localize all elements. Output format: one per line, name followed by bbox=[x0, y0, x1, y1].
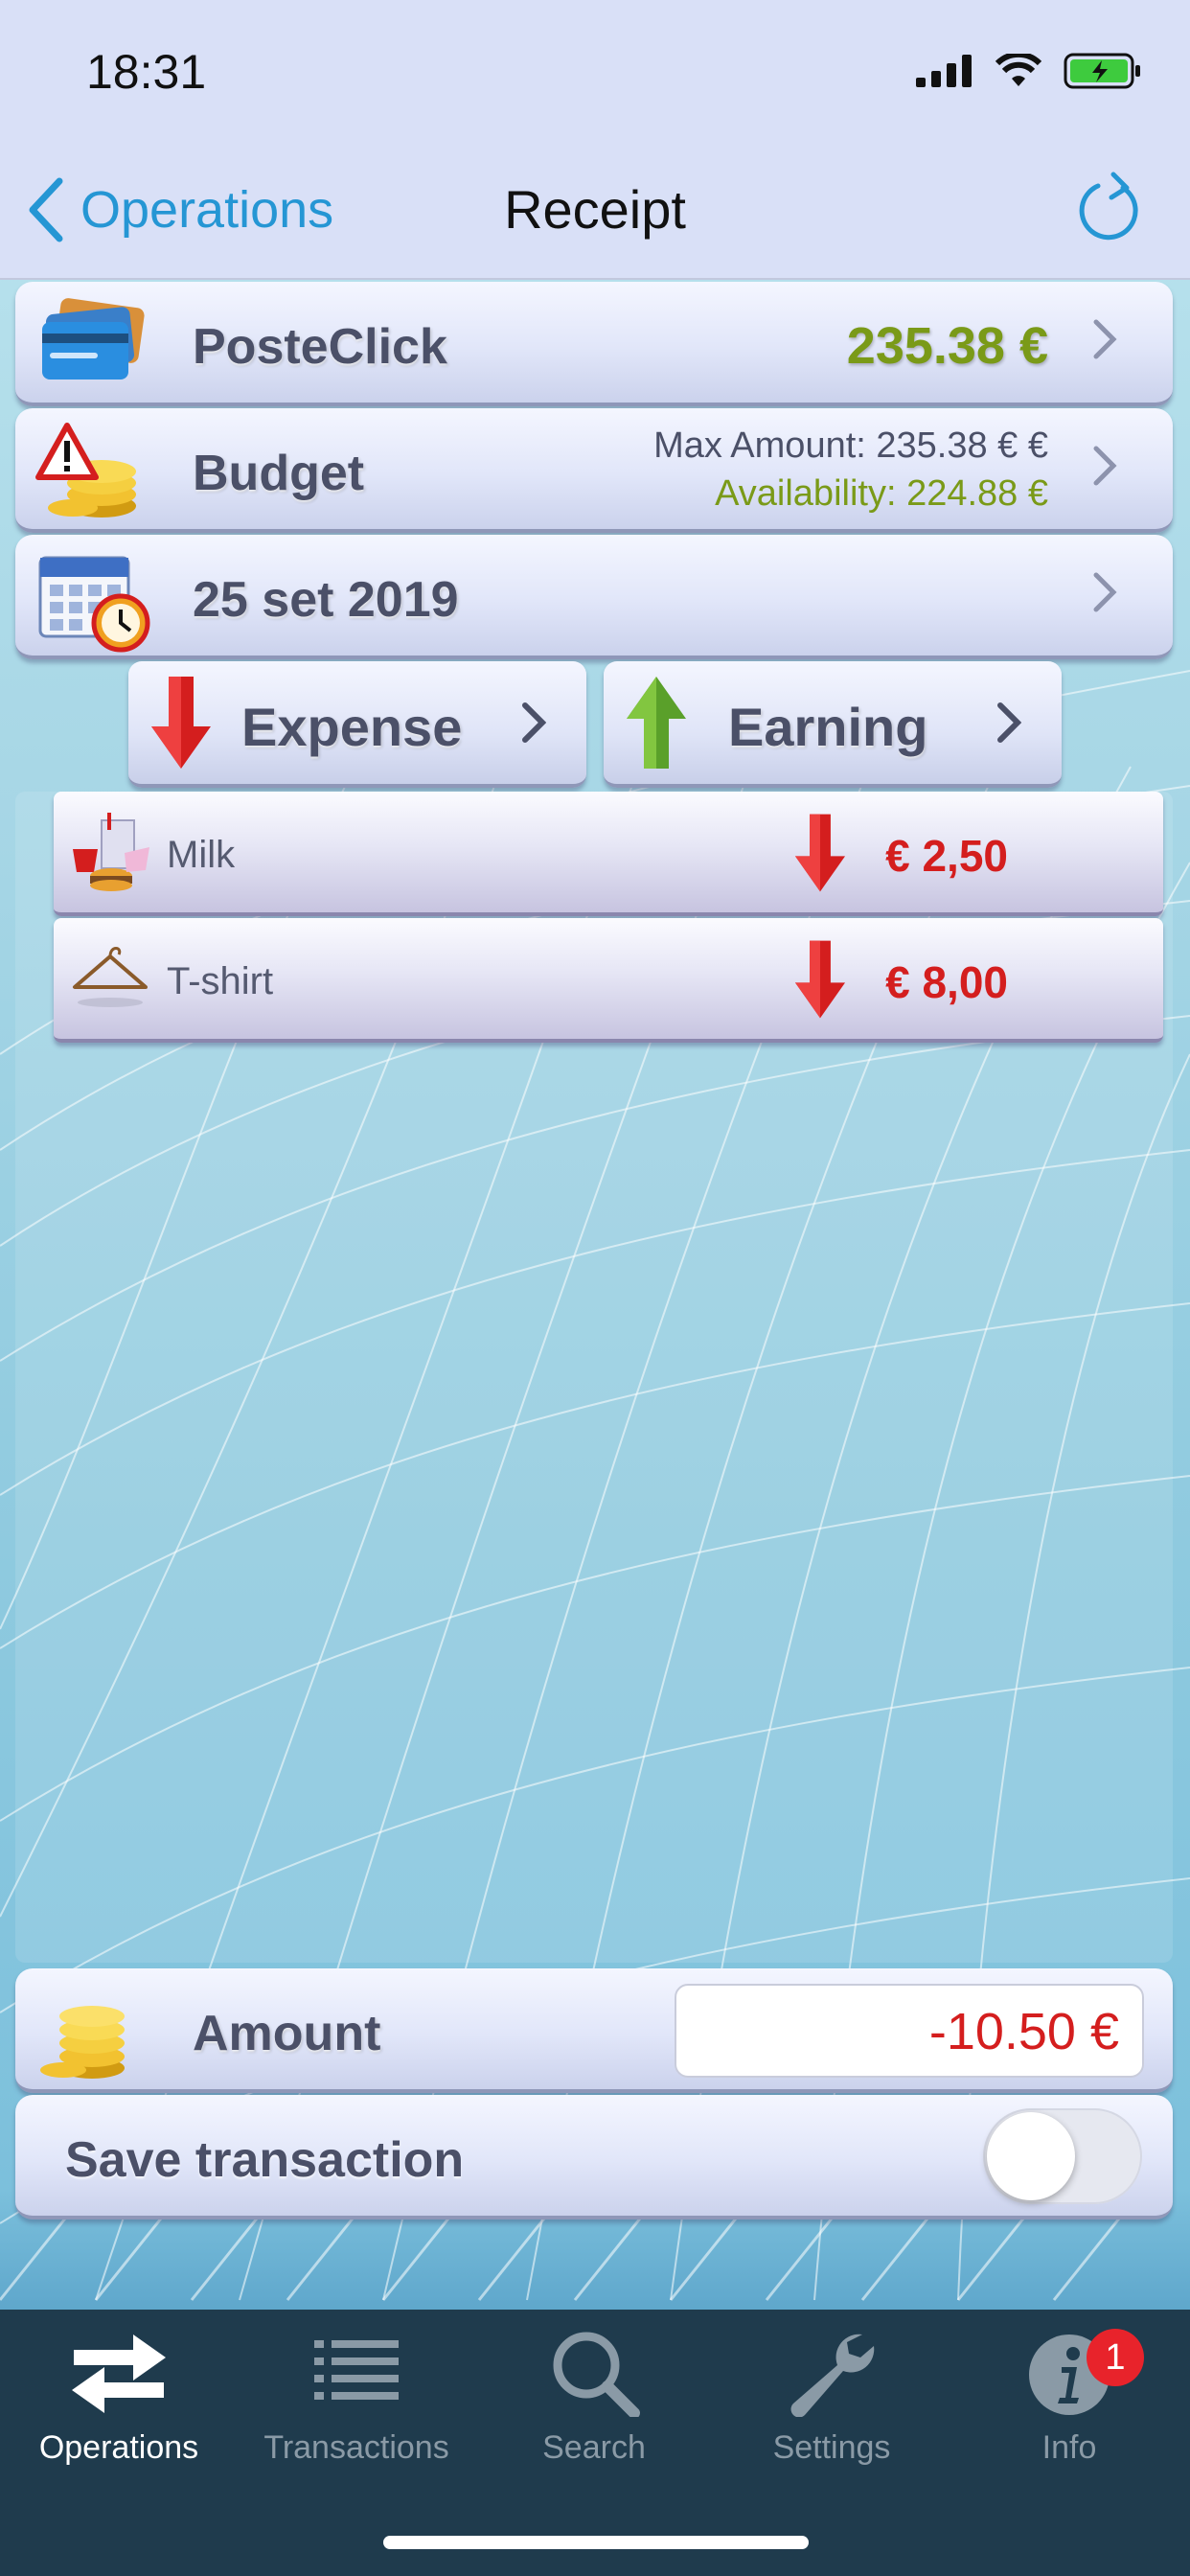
list-item[interactable]: T-shirt € 8,00 bbox=[54, 918, 1163, 1043]
budget-availability: Availability: 224.88 € bbox=[715, 473, 1048, 514]
chevron-right-icon bbox=[1093, 572, 1117, 612]
arrow-down-red-icon bbox=[794, 940, 846, 1019]
date-row[interactable]: 25 set 2019 bbox=[15, 535, 1173, 659]
navigation-bar: 18:31 Operations Receipt bbox=[0, 0, 1190, 280]
arrow-down-red-icon bbox=[794, 814, 846, 892]
refresh-button[interactable] bbox=[1077, 171, 1144, 248]
amount-row: Amount -10.50 € bbox=[15, 1968, 1173, 2093]
account-balance: 235.38 € bbox=[846, 317, 1048, 375]
battery-charging-icon bbox=[1064, 53, 1140, 89]
amount-input[interactable]: -10.50 € bbox=[675, 1984, 1144, 2078]
search-icon bbox=[553, 2332, 640, 2419]
credit-cards-icon bbox=[42, 298, 145, 380]
items-list: Milk € 2,50 T-shirt € 8,00 bbox=[15, 792, 1173, 1963]
tab-label: Settings bbox=[772, 2429, 891, 2466]
page-title: Receipt bbox=[504, 179, 686, 240]
refresh-icon bbox=[1079, 172, 1138, 241]
chevron-right-icon bbox=[522, 702, 546, 743]
calendar-clock-icon bbox=[38, 556, 150, 653]
budget-label: Budget bbox=[193, 446, 365, 501]
chevron-right-icon bbox=[997, 702, 1021, 743]
chevron-right-icon bbox=[1093, 319, 1117, 359]
item-amount: € 8,00 bbox=[885, 957, 1008, 1007]
item-name: Milk bbox=[167, 834, 236, 876]
food-icon bbox=[73, 813, 149, 891]
account-row[interactable]: PosteClick 235.38 € bbox=[15, 282, 1173, 406]
budget-row[interactable]: Budget Max Amount: 235.38 € € Availabili… bbox=[15, 408, 1173, 533]
tab-label: Transactions bbox=[263, 2429, 449, 2466]
expense-label: Expense bbox=[241, 697, 463, 757]
tab-label: Search bbox=[542, 2429, 646, 2466]
expense-button[interactable]: Expense bbox=[128, 661, 586, 788]
warning-coins-icon bbox=[35, 423, 136, 518]
save-transaction-row: Save transaction bbox=[15, 2095, 1173, 2220]
tab-search[interactable]: Search bbox=[475, 2329, 713, 2467]
arrows-swap-icon bbox=[72, 2334, 166, 2413]
budget-max-amount: Max Amount: 235.38 € € bbox=[653, 426, 1048, 466]
amount-label: Amount bbox=[193, 2006, 381, 2061]
clothes-hanger-icon bbox=[73, 947, 148, 1007]
item-name: T-shirt bbox=[167, 960, 274, 1002]
account-name: PosteClick bbox=[193, 319, 447, 375]
save-transaction-toggle[interactable] bbox=[983, 2108, 1142, 2204]
home-indicator bbox=[383, 2536, 809, 2549]
tab-transactions[interactable]: Transactions bbox=[238, 2329, 475, 2467]
coins-icon bbox=[40, 2006, 125, 2079]
info-badge: 1 bbox=[1087, 2329, 1144, 2386]
tab-info[interactable]: 1 Info bbox=[950, 2329, 1188, 2467]
wrench-icon bbox=[790, 2334, 875, 2418]
tab-label: Operations bbox=[38, 2429, 199, 2466]
earning-button[interactable]: Earning bbox=[604, 661, 1062, 788]
status-icons bbox=[916, 53, 1142, 89]
item-amount: € 2,50 bbox=[885, 831, 1008, 881]
list-item[interactable]: Milk € 2,50 bbox=[54, 792, 1163, 916]
tab-operations[interactable]: Operations bbox=[0, 2329, 238, 2467]
chevron-right-icon bbox=[1093, 446, 1117, 486]
status-time: 18:31 bbox=[86, 45, 207, 99]
list-icon bbox=[314, 2340, 399, 2400]
arrow-up-green-icon bbox=[627, 677, 686, 769]
toggle-knob bbox=[987, 2112, 1075, 2200]
date-value: 25 set 2019 bbox=[193, 572, 459, 628]
tab-settings[interactable]: Settings bbox=[713, 2329, 950, 2467]
cellular-signal-icon bbox=[916, 55, 972, 87]
save-transaction-label: Save transaction bbox=[65, 2132, 465, 2188]
tab-label: Info bbox=[1041, 2429, 1097, 2466]
arrow-down-red-icon bbox=[151, 677, 211, 769]
earning-label: Earning bbox=[728, 697, 928, 757]
wifi-icon bbox=[995, 54, 1042, 86]
